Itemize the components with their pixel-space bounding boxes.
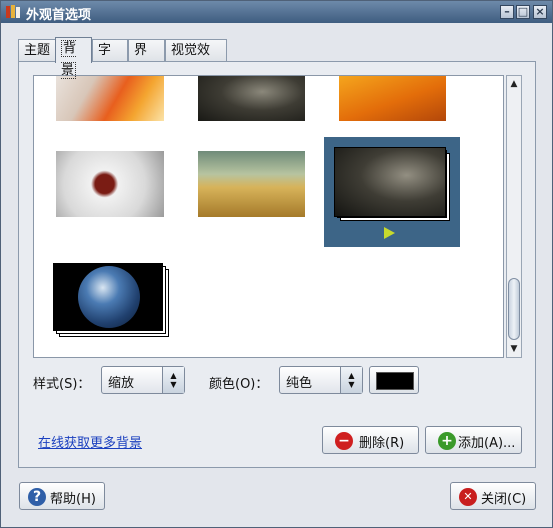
tab-fonts[interactable]: 字体 bbox=[92, 39, 128, 80]
wallpaper-thumb-orchid[interactable] bbox=[56, 151, 164, 217]
title-bar[interactable]: 外观首选项 – □ × bbox=[1, 1, 552, 23]
color-label: 颜色(O)： bbox=[209, 377, 269, 392]
close-icon: ✕ bbox=[459, 488, 477, 506]
wallpaper-gallery[interactable] bbox=[33, 75, 504, 358]
wallpaper-thumb-selected[interactable] bbox=[324, 137, 460, 247]
maximize-button[interactable]: □ bbox=[516, 5, 530, 19]
close-button-label: 关闭(C) bbox=[481, 492, 527, 507]
help-button-label: 帮助(H) bbox=[50, 492, 96, 507]
wallpaper-thumb-wheat-field[interactable] bbox=[198, 151, 305, 217]
color-mode-value: 纯色 bbox=[286, 376, 313, 391]
scroll-down-arrow-icon[interactable]: ▼ bbox=[507, 342, 521, 356]
tab-background[interactable]: 背景 bbox=[55, 37, 92, 79]
get-more-backgrounds-link[interactable]: 在线获取更多背景 bbox=[38, 432, 142, 451]
close-button[interactable]: ✕ 关闭(C) bbox=[450, 482, 536, 510]
spin-arrows-icon: ▲ ▼ bbox=[162, 367, 184, 393]
tab-interface[interactable]: 界面 bbox=[128, 39, 165, 80]
remove-icon: − bbox=[335, 432, 353, 450]
help-button[interactable]: ? 帮助(H) bbox=[19, 482, 105, 510]
close-window-button[interactable]: × bbox=[533, 5, 547, 19]
add-button-label: 添加(A)... bbox=[458, 436, 516, 451]
wallpaper-thumb-crayons[interactable] bbox=[56, 76, 164, 121]
tab-background-label: 背景 bbox=[61, 40, 77, 79]
appearance-app-icon[interactable] bbox=[5, 4, 21, 20]
scroll-up-arrow-icon[interactable]: ▲ bbox=[507, 77, 521, 91]
color-mode-select[interactable]: 纯色 ▲ ▼ bbox=[279, 366, 363, 394]
play-slideshow-icon bbox=[384, 227, 395, 239]
style-select[interactable]: 缩放 ▲ ▼ bbox=[101, 366, 185, 394]
scrollbar-thumb[interactable] bbox=[508, 278, 520, 340]
tab-theme-label: 主题 bbox=[24, 43, 51, 58]
wallpaper-thumb-orange[interactable] bbox=[339, 76, 446, 121]
add-icon: + bbox=[438, 432, 456, 450]
style-select-value: 缩放 bbox=[108, 376, 135, 391]
add-button[interactable]: + 添加(A)... bbox=[425, 426, 522, 454]
gallery-scrollbar[interactable]: ▲ ▼ bbox=[506, 75, 522, 358]
appearance-preferences-window: 外观首选项 – □ × 主题 背景 字体 界面 视觉效果 bbox=[0, 0, 553, 528]
help-icon: ? bbox=[28, 488, 46, 506]
tab-visual-effects[interactable]: 视觉效果 bbox=[165, 39, 227, 80]
tab-theme[interactable]: 主题 bbox=[18, 39, 56, 61]
window-title: 外观首选项 bbox=[26, 8, 92, 23]
color-swatch bbox=[376, 372, 414, 390]
wallpaper-thumb-earth[interactable] bbox=[53, 263, 169, 338]
style-label: 样式(S)： bbox=[33, 377, 91, 392]
delete-button[interactable]: − 删除(R) bbox=[322, 426, 419, 454]
color-picker-button[interactable] bbox=[369, 366, 419, 394]
spin-arrows-icon: ▲ ▼ bbox=[340, 367, 362, 393]
wallpaper-thumb-dark-sparkles[interactable] bbox=[198, 76, 305, 121]
minimize-button[interactable]: – bbox=[500, 5, 514, 19]
delete-button-label: 删除(R) bbox=[359, 436, 405, 451]
